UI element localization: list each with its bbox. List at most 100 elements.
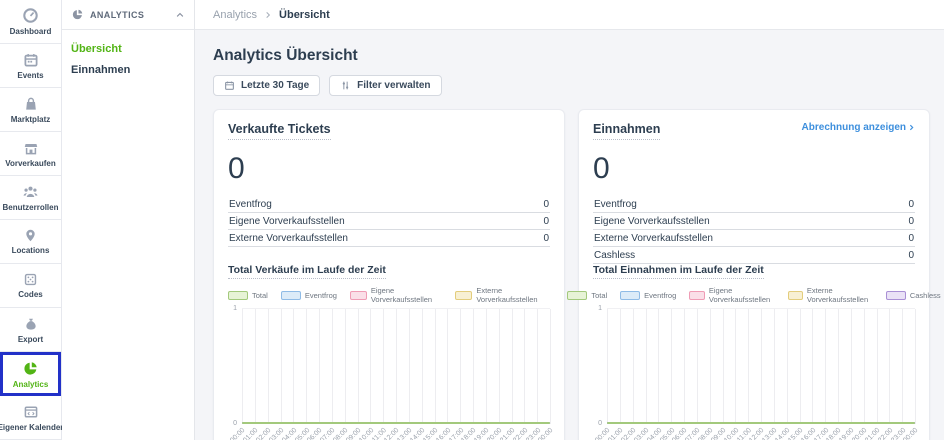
subsidebar-items: Übersicht Einnahmen xyxy=(62,30,194,89)
dice-icon xyxy=(23,272,38,287)
sidebar-item-label: Analytics xyxy=(13,380,49,389)
legend-label: Total xyxy=(252,291,268,300)
legend-label: Total xyxy=(591,291,607,300)
sidebar-item-marktplatz[interactable]: Marktplatz xyxy=(0,88,61,132)
legend-label: Externe Vorverkaufsstellen xyxy=(476,286,550,304)
date-range-button[interactable]: Letzte 30 Tage xyxy=(213,75,320,96)
chevron-right-icon xyxy=(908,124,915,131)
chart-plot xyxy=(607,308,915,424)
legend-item-eventfrog[interactable]: Eventfrog xyxy=(281,291,337,300)
stat-row: Externe Vorverkaufsstellen0 xyxy=(228,230,550,247)
tickets-total: 0 xyxy=(228,154,550,184)
legend-swatch xyxy=(788,291,803,300)
chevron-up-icon[interactable] xyxy=(175,10,185,20)
subsidebar-header[interactable]: ANALYTICS xyxy=(62,0,194,30)
sidebar-item-vorverkaufen[interactable]: Vorverkaufen xyxy=(0,132,61,176)
legend-item-eigene-vorverkaufsstellen[interactable]: Eigene Vorverkaufsstellen xyxy=(689,286,774,304)
stat-value: 0 xyxy=(908,250,914,261)
stat-value: 0 xyxy=(908,199,914,210)
y-tick: 0 xyxy=(598,420,602,427)
sidebar-item-label: Dashboard xyxy=(10,27,52,36)
legend-item-cashless[interactable]: Cashless xyxy=(886,291,941,300)
pie-chart-icon xyxy=(22,360,39,377)
chevron-right-icon xyxy=(264,11,272,19)
content: Analytics Übersicht Letzte 30 Tage Filte… xyxy=(195,30,944,440)
main-area: Analytics Übersicht Analytics Übersicht … xyxy=(195,0,944,440)
analytics-subsidebar: ANALYTICS Übersicht Einnahmen xyxy=(62,0,195,440)
calendar-icon xyxy=(23,52,39,68)
x-axis: 00:0001:0002:0003:0004:0005:0006:0007:00… xyxy=(607,424,915,440)
legend-item-eigene-vorverkaufsstellen[interactable]: Eigene Vorverkaufsstellen xyxy=(350,286,442,304)
cards-row: Verkaufte Tickets 0 Eventfrog0Eigene Vor… xyxy=(213,109,930,440)
stat-label: Externe Vorverkaufsstellen xyxy=(594,233,713,244)
revenue-card: Einnahmen Abrechnung anzeigen 0 Eventfro… xyxy=(578,109,930,440)
sidebar-item-label: Benutzerrollen xyxy=(2,203,58,212)
legend-label: Eventfrog xyxy=(644,291,676,300)
tickets-card-title: Verkaufte Tickets xyxy=(228,122,331,140)
date-range-label: Letzte 30 Tage xyxy=(241,80,309,91)
stat-value: 0 xyxy=(543,216,549,227)
sidebar-item-analytics[interactable]: Analytics xyxy=(0,352,61,396)
legend-item-eventfrog[interactable]: Eventfrog xyxy=(620,291,676,300)
tickets-chart-title: Total Verkäufe im Laufe der Zeit xyxy=(228,264,386,279)
window-code-icon xyxy=(23,404,39,420)
sidebar-item-eigener-kalender[interactable]: Eigener Kalender xyxy=(0,396,61,440)
subsidebar-item-einnahmen[interactable]: Einnahmen xyxy=(71,61,185,79)
tickets-chart: Total Verkäufe im Laufe der Zeit Total Ev… xyxy=(228,264,550,440)
legend-swatch xyxy=(455,291,472,300)
stat-label: Externe Vorverkaufsstellen xyxy=(229,233,348,244)
y-tick: 1 xyxy=(233,305,237,312)
sidebar-item-label: Events xyxy=(17,71,43,80)
abrechnung-link[interactable]: Abrechnung anzeigen xyxy=(802,122,915,133)
revenue-card-title: Einnahmen xyxy=(593,122,660,140)
stat-value: 0 xyxy=(543,199,549,210)
sidebar-item-dashboard[interactable]: Dashboard xyxy=(0,0,61,44)
subsidebar-item-bersicht[interactable]: Übersicht xyxy=(71,40,185,58)
abrechnung-link-label: Abrechnung anzeigen xyxy=(802,122,906,133)
stat-value: 0 xyxy=(908,216,914,227)
page-title: Analytics Übersicht xyxy=(213,47,930,65)
legend-swatch xyxy=(228,291,248,300)
sidebar-item-export[interactable]: Export xyxy=(0,308,61,352)
legend-item-total[interactable]: Total xyxy=(228,291,268,300)
stat-row: Eventfrog0 xyxy=(593,196,915,213)
stat-row: Eventfrog0 xyxy=(228,196,550,213)
legend-label: Eigene Vorverkaufsstellen xyxy=(709,286,775,304)
y-tick: 0 xyxy=(233,420,237,427)
y-axis: 10 xyxy=(593,308,605,424)
revenue-chart-title: Total Einnahmen im Laufe der Zeit xyxy=(593,264,764,279)
breadcrumb-parent[interactable]: Analytics xyxy=(213,9,257,21)
filter-label: Filter verwalten xyxy=(357,80,430,91)
tickets-card: Verkaufte Tickets 0 Eventfrog0Eigene Vor… xyxy=(213,109,565,440)
y-axis: 10 xyxy=(228,308,240,424)
storefront-icon xyxy=(23,140,39,156)
x-axis: 00:0001:0002:0003:0004:0005:0006:0007:00… xyxy=(242,424,550,440)
sidebar-item-label: Locations xyxy=(12,246,50,255)
legend-label: Eventfrog xyxy=(305,291,337,300)
legend-item-externe-vorverkaufsstellen[interactable]: Externe Vorverkaufsstellen xyxy=(455,286,550,304)
legend-label: Cashless xyxy=(910,291,941,300)
sidebar-item-label: Eigener Kalender xyxy=(0,423,63,432)
stat-row: Cashless0 xyxy=(593,247,915,264)
chart-legend: Total Eventfrog Eigene Vorverkaufsstellen E… xyxy=(228,286,550,304)
legend-item-total[interactable]: Total xyxy=(567,291,607,300)
chart-legend: Total Eventfrog Eigene Vorverkaufsstellen E… xyxy=(593,286,915,304)
sidebar-item-benutzerrollen[interactable]: Benutzerrollen xyxy=(0,176,61,220)
revenue-chart: Total Einnahmen im Laufe der Zeit Total E… xyxy=(593,264,915,440)
sidebar: Dashboard Events MarktplatzVorverkaufen Ben… xyxy=(0,0,62,440)
chart-plot xyxy=(242,308,550,424)
gauge-icon xyxy=(22,7,39,24)
filter-button[interactable]: Filter verwalten xyxy=(329,75,441,96)
pie-chart-icon xyxy=(71,8,84,21)
sidebar-item-events[interactable]: Events xyxy=(0,44,61,88)
legend-label: Externe Vorverkaufsstellen xyxy=(807,286,873,304)
sack-icon xyxy=(23,316,39,332)
legend-label: Eigene Vorverkaufsstellen xyxy=(371,286,443,304)
sidebar-item-label: Codes xyxy=(18,290,42,299)
sidebar-item-locations[interactable]: Locations xyxy=(0,220,61,264)
legend-item-externe-vorverkaufsstellen[interactable]: Externe Vorverkaufsstellen xyxy=(788,286,873,304)
y-tick: 1 xyxy=(598,305,602,312)
stat-row: Eigene Vorverkaufsstellen0 xyxy=(228,213,550,230)
stat-value: 0 xyxy=(908,233,914,244)
sidebar-item-codes[interactable]: Codes xyxy=(0,264,61,308)
